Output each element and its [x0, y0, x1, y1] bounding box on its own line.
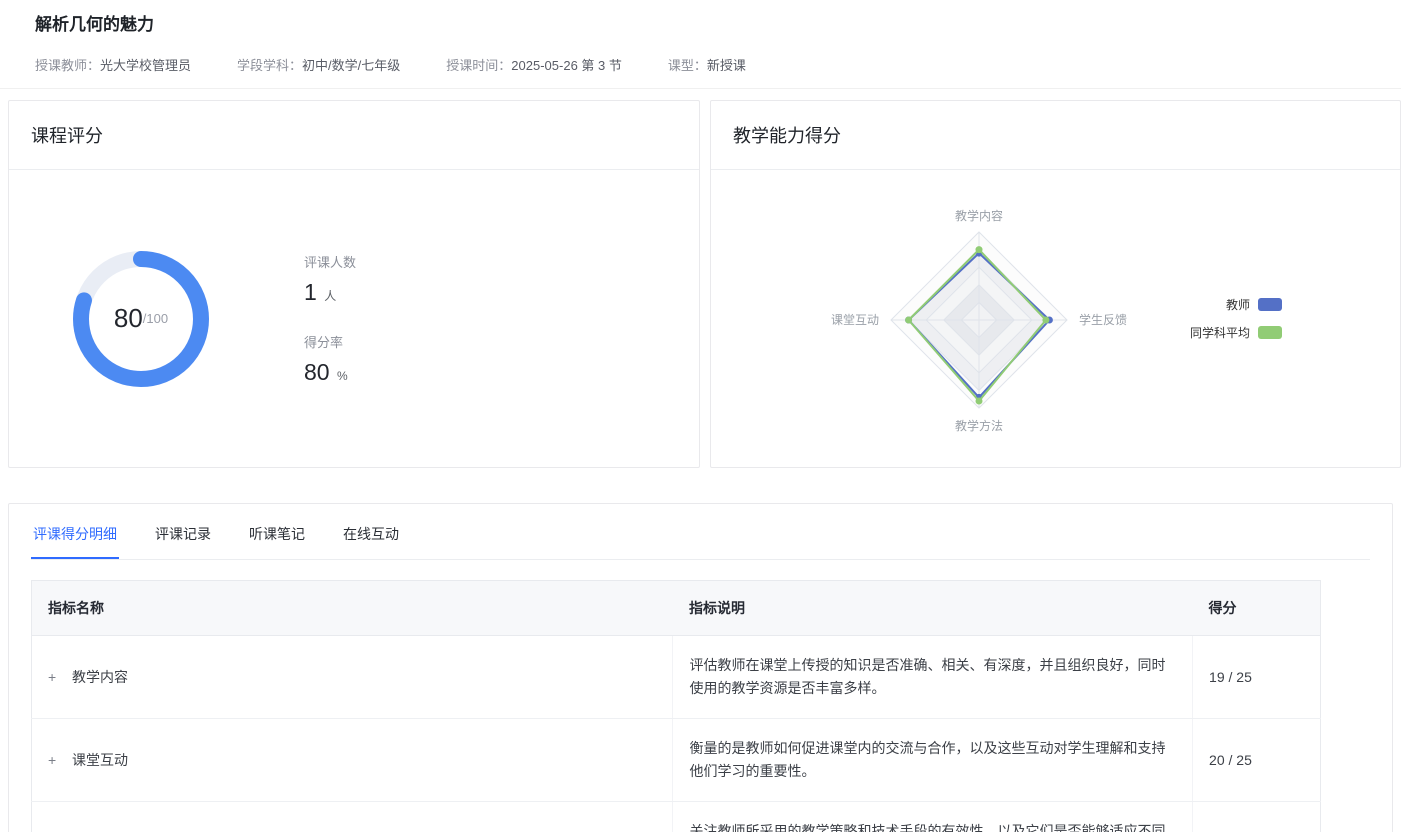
teaching-ability-title: 教学能力得分 [733, 122, 841, 148]
radar-axis-label: 课堂互动 [831, 313, 879, 327]
radar-chart: 教学内容学生反馈教学方法 课堂互动 [799, 170, 1159, 470]
table-row: +教学方法 关注教师所采用的教学策略和技术手段的有效性，以及它们是否能够适应不同… [32, 802, 1321, 832]
indicator-desc-cell: 衡量的是教师如何促进课堂内的交流与合作，以及这些互动对学生理解和支持他们学习的重… [673, 719, 1193, 802]
stat-evaluator-count-value: 1 [304, 279, 317, 305]
course-score-card: 课程评分 80 /100 评课人数 1 人 [8, 100, 700, 468]
score-cell: 20 / 25 [1193, 719, 1321, 802]
stat-score-rate-unit: % [337, 369, 348, 383]
meta-time-label: 授课时间： [446, 58, 511, 73]
meta-subject-label: 学段学科： [237, 58, 302, 73]
score-cell: 22 / 25 [1193, 802, 1321, 832]
donut-score-total: /100 [143, 311, 168, 326]
legend-teacher-label: 教师 [1226, 296, 1250, 313]
legend-item-teacher[interactable]: 教师 [1190, 296, 1282, 313]
tab-evaluation-records[interactable]: 评课记录 [153, 524, 213, 559]
course-header: 解析几何的魅力 授课教师：光大学校管理员 学段学科：初中/数学/七年级 授课时间… [0, 0, 1401, 89]
legend-teacher-marker [1258, 298, 1282, 311]
cards-row: 课程评分 80 /100 评课人数 1 人 [8, 100, 1401, 468]
indicator-desc-cell: 评估教师在课堂上传授的知识是否准确、相关、有深度，并且组织良好，同时使用的教学资… [673, 636, 1193, 719]
radar-axis-label: 教学方法 [955, 418, 1003, 433]
legend-item-subject-average[interactable]: 同学科平均 [1190, 324, 1282, 341]
table-row: + 课堂互动 衡量的是教师如何促进课堂内的交流与合作，以及这些互动对学生理解和支持… [32, 719, 1321, 802]
meta-subject-value: 初中/数学/七年级 [302, 58, 400, 73]
meta-subject: 学段学科：初中/数学/七年级 [237, 55, 400, 74]
stat-evaluator-count-label: 评课人数 [304, 252, 356, 271]
meta-time-value: 2025-05-26 第 3 节 [511, 58, 622, 73]
tab-online-interaction[interactable]: 在线互动 [341, 524, 401, 559]
legend-subject-average-marker [1258, 326, 1282, 339]
tab-listening-notes[interactable]: 听课笔记 [247, 524, 307, 559]
score-donut-chart: 80 /100 [66, 244, 216, 394]
teaching-ability-card-header: 教学能力得分 [711, 101, 1400, 170]
indicator-name: 课堂互动 [72, 752, 128, 768]
radar-axis-label: 教学内容 [955, 208, 1003, 223]
col-indicator-desc: 指标说明 [673, 581, 1193, 636]
radar-axis-label: 学生反馈 [1079, 312, 1127, 327]
radar-legend: 教师 同学科平均 [1190, 296, 1282, 341]
meta-teacher-value: 光大学校管理员 [100, 58, 191, 73]
detail-tabs: 评课得分明细 评课记录 听课笔记 在线互动 [31, 524, 1370, 560]
tab-score-detail[interactable]: 评课得分明细 [31, 524, 119, 559]
score-stats: 评课人数 1 人 得分率 80 % [304, 252, 356, 386]
col-indicator-name: 指标名称 [32, 581, 673, 636]
col-score: 得分 [1193, 581, 1321, 636]
indicator-name-cell: + 教学内容 [32, 636, 673, 719]
stat-evaluator-count-unit: 人 [324, 289, 336, 303]
meta-course-type-label: 课型： [668, 58, 707, 73]
stat-score-rate: 得分率 80 % [304, 332, 356, 386]
expand-row-icon[interactable]: + [48, 669, 62, 685]
indicator-name-cell: + 课堂互动 [32, 719, 673, 802]
teaching-ability-card: 教学能力得分 教学内容学生反馈教学方法 课堂互动 教师 同学科平均 [710, 100, 1401, 468]
indicator-name-cell: +教学方法 [32, 802, 673, 832]
expand-row-icon[interactable]: + [48, 752, 62, 768]
detail-section: 评课得分明细 评课记录 听课笔记 在线互动 指标名称 指标说明 得分 + 教学内容… [8, 503, 1393, 832]
course-score-title: 课程评分 [31, 122, 103, 148]
score-detail-table: 指标名称 指标说明 得分 + 教学内容 评估教师在课堂上传授的知识是否准确、相关、… [31, 580, 1321, 832]
score-cell: 19 / 25 [1193, 636, 1321, 719]
meta-course-type: 课型：新授课 [668, 55, 746, 74]
stat-score-rate-label: 得分率 [304, 332, 356, 351]
indicator-desc-cell: 关注教师所采用的教学策略和技术手段的有效性，以及它们是否能够适应不同的学习风格和… [673, 802, 1193, 832]
meta-time: 授课时间：2025-05-26 第 3 节 [446, 55, 622, 74]
meta-teacher: 授课教师：光大学校管理员 [35, 55, 191, 74]
course-meta-row: 授课教师：光大学校管理员 学段学科：初中/数学/七年级 授课时间：2025-05… [35, 55, 1366, 74]
page-title: 解析几何的魅力 [35, 10, 1366, 35]
donut-score-value: 80 [114, 303, 143, 334]
legend-subject-average-label: 同学科平均 [1190, 324, 1250, 341]
table-row: + 教学内容 评估教师在课堂上传授的知识是否准确、相关、有深度，并且组织良好，同时… [32, 636, 1321, 719]
table-header-row: 指标名称 指标说明 得分 [32, 581, 1321, 636]
stat-score-rate-value: 80 [304, 359, 330, 385]
teaching-ability-body: 教学内容学生反馈教学方法 课堂互动 教师 同学科平均 [711, 170, 1400, 467]
indicator-name: 教学内容 [72, 669, 128, 685]
donut-center-label: 80 /100 [66, 244, 216, 394]
stat-evaluator-count: 评课人数 1 人 [304, 252, 356, 306]
meta-teacher-label: 授课教师： [35, 58, 100, 73]
course-score-body: 80 /100 评课人数 1 人 得分率 80 % [9, 170, 699, 467]
course-score-card-header: 课程评分 [9, 101, 699, 170]
meta-course-type-value: 新授课 [707, 58, 746, 73]
